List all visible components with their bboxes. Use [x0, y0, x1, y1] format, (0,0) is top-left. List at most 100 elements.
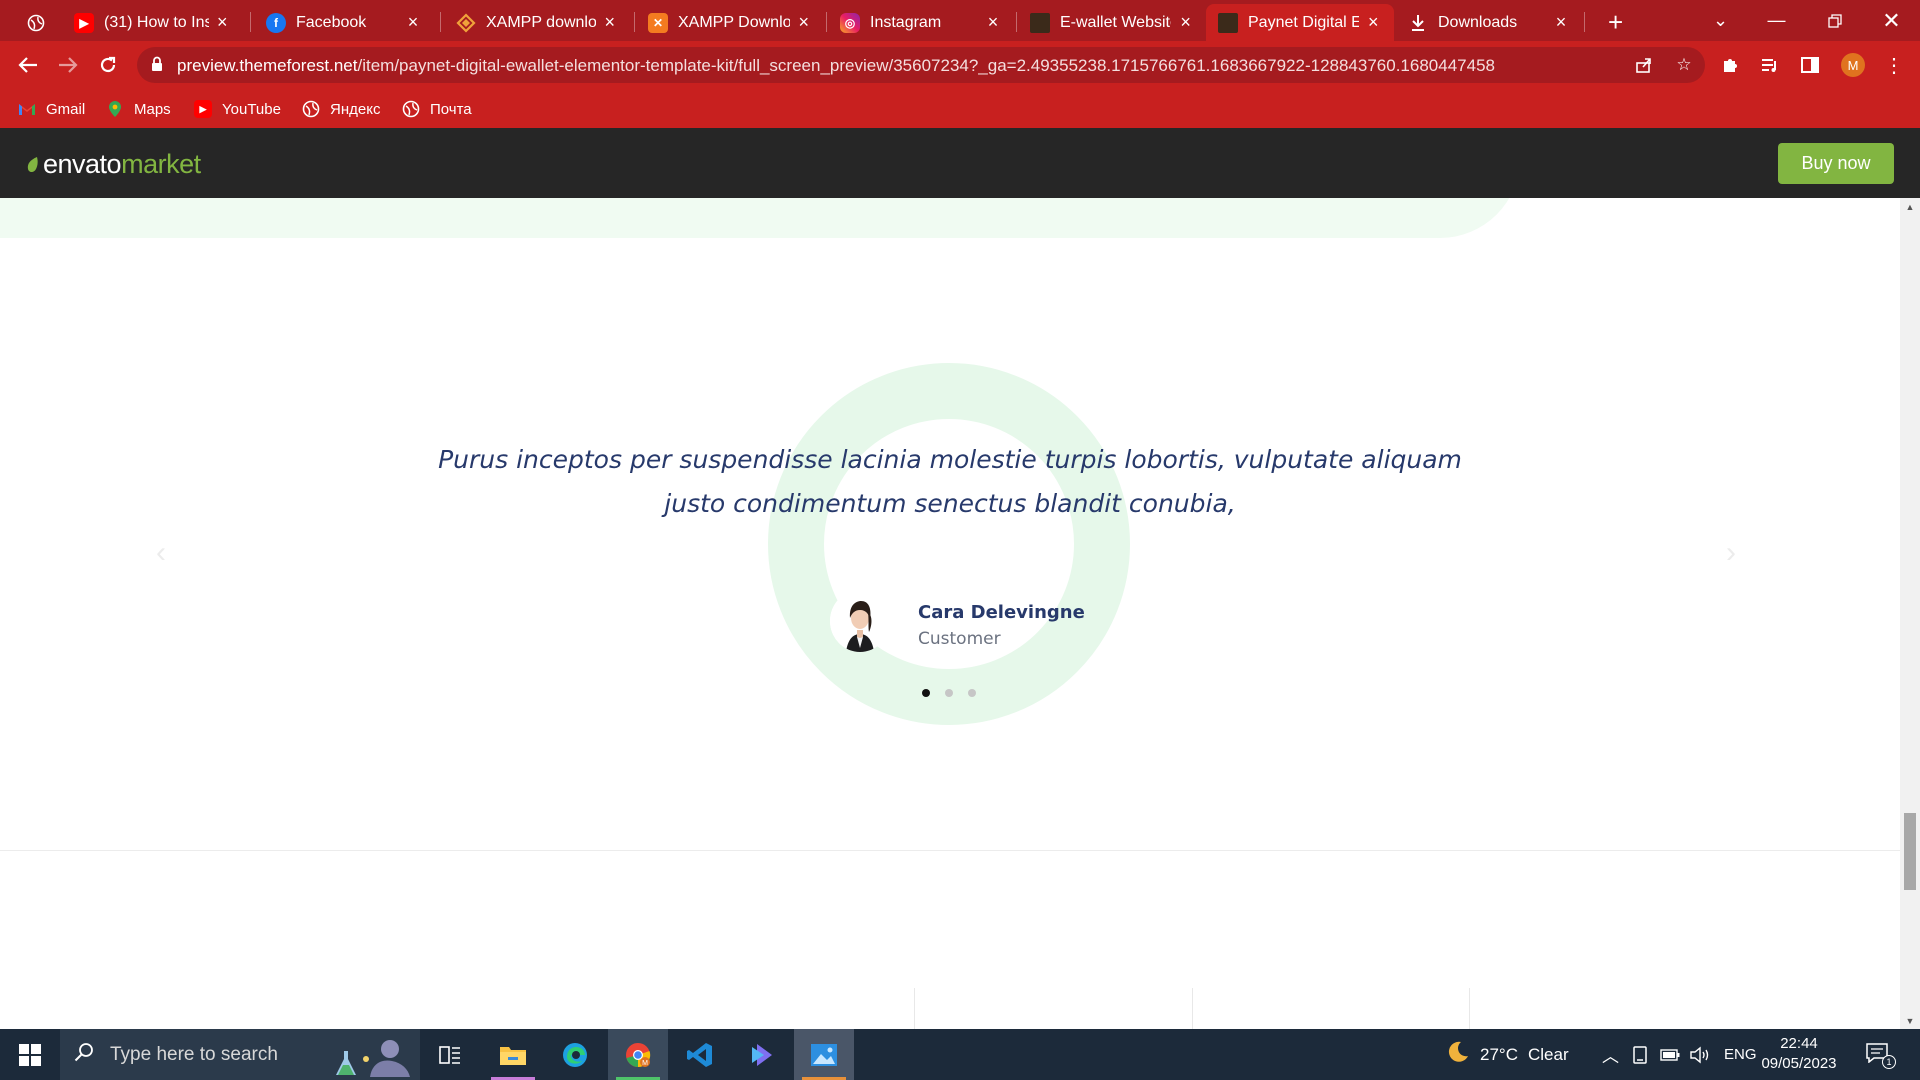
- bookmark-youtube[interactable]: ▶ YouTube: [194, 97, 281, 121]
- logo-market-text: market: [121, 149, 201, 179]
- section-background-shape: [0, 198, 1520, 238]
- clock-time: 22:44: [1780, 1035, 1818, 1052]
- speaker-icon[interactable]: [1690, 1029, 1712, 1080]
- video-editor-icon: [752, 1043, 772, 1066]
- forward-button[interactable]: [54, 51, 82, 79]
- tab-ewallet-website[interactable]: E-wallet Website ×: [1018, 4, 1206, 41]
- close-icon[interactable]: ×: [1177, 12, 1194, 33]
- svg-text:M: M: [642, 1060, 648, 1067]
- tab-search-chevron-icon[interactable]: ⌄: [1692, 0, 1749, 41]
- carousel-dot-2[interactable]: [945, 689, 953, 697]
- task-view-button[interactable]: [420, 1029, 480, 1080]
- back-button[interactable]: [14, 51, 42, 79]
- taskbar-video-app[interactable]: [732, 1029, 792, 1080]
- tab-title: Instagram: [870, 13, 942, 31]
- close-icon[interactable]: ×: [215, 12, 230, 33]
- arrow-right-icon: [59, 57, 78, 73]
- buy-now-button[interactable]: Buy now: [1778, 143, 1894, 184]
- restore-icon: [1827, 13, 1842, 28]
- close-window-button[interactable]: ✕: [1863, 0, 1920, 41]
- carousel-prev-arrow[interactable]: ‹: [156, 536, 166, 570]
- edge-icon: [563, 1042, 587, 1067]
- scroll-up-arrow-icon[interactable]: ▲: [1900, 198, 1920, 215]
- close-icon[interactable]: ×: [404, 12, 422, 33]
- lock-icon[interactable]: [151, 56, 165, 74]
- youtube-icon: ▶: [194, 100, 212, 118]
- taskbar-photos[interactable]: [794, 1029, 854, 1080]
- bookmark-star-icon[interactable]: ☆: [1673, 54, 1695, 76]
- close-icon[interactable]: ×: [1552, 12, 1570, 33]
- scrollbar-thumb[interactable]: [1904, 813, 1916, 890]
- tab-youtube[interactable]: ▶ (31) How to Insta ×: [62, 4, 242, 41]
- envato-leaf-icon: [27, 156, 38, 172]
- moon-icon: [1446, 1040, 1470, 1069]
- close-icon[interactable]: ×: [796, 12, 812, 33]
- envato-market-logo[interactable]: envato market: [26, 149, 201, 180]
- tab-downloads[interactable]: Downloads ×: [1396, 4, 1582, 41]
- section-divider: [0, 850, 1900, 851]
- notification-center-button[interactable]: 1: [1866, 1029, 1896, 1080]
- reload-button[interactable]: [94, 51, 122, 79]
- bookmark-label: YouTube: [222, 100, 281, 118]
- task-view-icon: [439, 1045, 460, 1064]
- tab-instagram[interactable]: ◎ Instagram ×: [828, 4, 1014, 41]
- chrome-icon: M: [626, 1042, 651, 1067]
- bookmarks-bar: Gmail Maps ▶ YouTube Яндекс Почта: [0, 89, 1920, 128]
- windows-logo-icon: [19, 1043, 41, 1066]
- decorative-ring: [768, 363, 1130, 725]
- start-button[interactable]: [0, 1029, 60, 1080]
- scroll-down-arrow-icon[interactable]: ▼: [1900, 1012, 1920, 1029]
- tab-paynet-active[interactable]: Paynet Digital E ×: [1206, 4, 1394, 41]
- xampp-icon: ✕: [648, 12, 668, 33]
- tab-facebook[interactable]: f Facebook ×: [254, 4, 434, 41]
- taskbar-chrome[interactable]: M: [608, 1029, 668, 1080]
- device-icon[interactable]: [1632, 1029, 1648, 1080]
- taskbar-edge[interactable]: [545, 1029, 605, 1080]
- vscode-icon: [687, 1042, 712, 1067]
- quote-line-2: justo condimentum senectus blandit conub…: [664, 489, 1236, 518]
- tab-xampp[interactable]: ✕ XAMPP Downloa ×: [636, 4, 824, 41]
- bookmark-gmail[interactable]: Gmail: [18, 97, 85, 121]
- reload-icon: [100, 56, 116, 73]
- carousel-next-arrow[interactable]: ›: [1726, 536, 1736, 570]
- carousel-dot-3[interactable]: [968, 689, 976, 697]
- carousel-dot-1[interactable]: [922, 689, 930, 697]
- media-control-icon[interactable]: [1758, 53, 1782, 77]
- side-panel-icon[interactable]: [1798, 53, 1822, 77]
- search-icon: [74, 1042, 104, 1068]
- restore-button[interactable]: [1806, 0, 1863, 41]
- share-icon[interactable]: [1633, 54, 1655, 76]
- arrow-left-icon: [18, 57, 37, 73]
- tab-title: Downloads: [1438, 13, 1518, 31]
- bookmark-label: Gmail: [46, 100, 86, 118]
- bookmark-yandex[interactable]: Яндекс: [302, 97, 380, 121]
- bookmark-pochta[interactable]: Почта: [402, 97, 472, 121]
- taskbar-vscode[interactable]: [670, 1029, 730, 1080]
- weather-widget[interactable]: 27°C Clear: [1446, 1029, 1569, 1080]
- close-icon[interactable]: ×: [1365, 12, 1382, 33]
- language-indicator[interactable]: ENG: [1724, 1029, 1757, 1080]
- menu-kebab-icon[interactable]: ⋮: [1882, 53, 1906, 77]
- maps-icon: [106, 100, 124, 118]
- tab-xampp-download[interactable]: XAMPP downloa ×: [444, 4, 630, 41]
- taskbar-clock[interactable]: 22:44 09/05/2023: [1754, 1034, 1844, 1074]
- minimize-button[interactable]: —: [1748, 0, 1805, 41]
- close-icon[interactable]: ×: [984, 12, 1002, 33]
- page-scrollbar[interactable]: ▲ ▼: [1900, 198, 1920, 1029]
- extensions-puzzle-icon[interactable]: [1718, 53, 1742, 77]
- bookmark-maps[interactable]: Maps: [106, 97, 171, 121]
- profile-avatar[interactable]: M: [1841, 53, 1865, 77]
- download-icon: [1408, 13, 1428, 33]
- taskbar-search-input[interactable]: Type here to search: [60, 1029, 420, 1080]
- url-text[interactable]: preview.themeforest.net/item/paynet-digi…: [177, 56, 1637, 76]
- battery-icon[interactable]: [1660, 1029, 1680, 1080]
- close-icon[interactable]: ×: [602, 12, 618, 33]
- tab-search-button[interactable]: [14, 4, 54, 41]
- new-tab-button[interactable]: +: [1596, 4, 1626, 41]
- bookmark-label: Яндекс: [330, 100, 381, 118]
- globe-icon: [402, 100, 420, 118]
- notification-count-badge: 1: [1882, 1054, 1896, 1069]
- tray-overflow-chevron-icon[interactable]: ︿: [1602, 1029, 1619, 1080]
- taskbar-file-explorer[interactable]: [483, 1029, 543, 1080]
- address-bar[interactable]: preview.themeforest.net/item/paynet-digi…: [137, 47, 1705, 83]
